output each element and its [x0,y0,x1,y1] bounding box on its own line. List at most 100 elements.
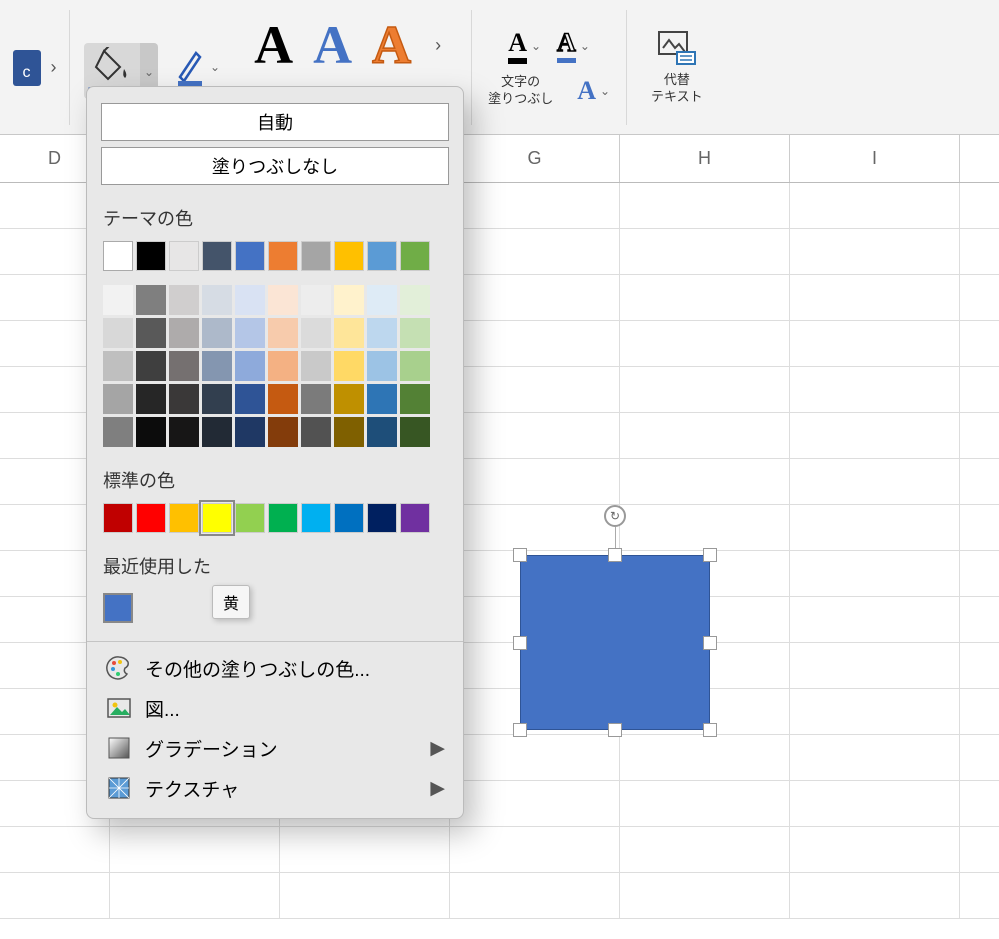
chevron-down-icon[interactable]: ⌄ [531,39,541,53]
chevron-down-icon[interactable]: ⌄ [600,84,610,98]
standard-color-swatch[interactable] [103,503,133,533]
auto-fill-button[interactable]: 自動 [101,103,449,141]
theme-color-swatch[interactable] [202,241,232,271]
theme-tint-swatch[interactable] [301,318,331,348]
theme-tint-swatch[interactable] [400,351,430,381]
resize-handle[interactable] [513,548,527,562]
theme-tint-swatch[interactable] [268,318,298,348]
theme-tint-swatch[interactable] [400,384,430,414]
theme-tint-swatch[interactable] [202,318,232,348]
resize-handle[interactable] [703,636,717,650]
theme-tint-swatch[interactable] [103,417,133,447]
wordart-style-black[interactable]: A [254,14,293,76]
standard-color-swatch[interactable] [235,503,265,533]
theme-tint-swatch[interactable] [334,285,364,315]
chevron-down-icon[interactable]: ⌄ [580,39,590,53]
theme-tint-swatch[interactable] [169,285,199,315]
resize-handle[interactable] [608,548,622,562]
standard-color-swatch[interactable] [202,503,232,533]
theme-tint-swatch[interactable] [301,351,331,381]
resize-handle[interactable] [513,723,527,737]
more-colors-menu[interactable]: その他の塗りつぶしの色... [87,648,463,688]
theme-tint-swatch[interactable] [202,417,232,447]
theme-tint-swatch[interactable] [235,417,265,447]
chevron-right-icon[interactable]: › [51,57,57,78]
text-outline-button[interactable]: A [557,28,576,63]
theme-tint-swatch[interactable] [367,351,397,381]
theme-tint-swatch[interactable] [235,285,265,315]
theme-tint-swatch[interactable] [301,417,331,447]
theme-tint-swatch[interactable] [169,384,199,414]
theme-tint-swatch[interactable] [235,318,265,348]
selected-shape[interactable]: ↻ [520,555,710,730]
resize-handle[interactable] [703,723,717,737]
theme-tint-swatch[interactable] [103,318,133,348]
theme-tint-swatch[interactable] [103,351,133,381]
theme-tint-swatch[interactable] [334,318,364,348]
resize-handle[interactable] [703,548,717,562]
standard-color-swatch[interactable] [367,503,397,533]
standard-color-swatch[interactable] [136,503,166,533]
text-fill-button[interactable]: A [508,28,527,64]
theme-color-swatch[interactable] [268,241,298,271]
theme-color-swatch[interactable] [169,241,199,271]
theme-tint-swatch[interactable] [169,417,199,447]
theme-tint-swatch[interactable] [169,351,199,381]
theme-color-swatch[interactable] [136,241,166,271]
theme-color-swatch[interactable] [367,241,397,271]
standard-color-swatch[interactable] [169,503,199,533]
theme-tint-swatch[interactable] [268,417,298,447]
chevron-right-icon[interactable]: › [435,35,441,56]
theme-tint-swatch[interactable] [334,351,364,381]
abc-button[interactable]: c [13,50,41,86]
theme-tint-swatch[interactable] [301,384,331,414]
theme-tint-swatch[interactable] [367,318,397,348]
theme-color-swatch[interactable] [235,241,265,271]
theme-tint-swatch[interactable] [400,285,430,315]
theme-tint-swatch[interactable] [367,384,397,414]
theme-tint-swatch[interactable] [235,351,265,381]
resize-handle[interactable] [513,636,527,650]
theme-tint-swatch[interactable] [268,285,298,315]
gradient-menu[interactable]: グラデーション ▶ [87,728,463,768]
wordart-style-blue[interactable]: A [313,14,352,76]
theme-tint-swatch[interactable] [103,285,133,315]
resize-handle[interactable] [608,723,622,737]
theme-tint-swatch[interactable] [367,417,397,447]
theme-color-swatch[interactable] [301,241,331,271]
texture-menu[interactable]: テクスチャ ▶ [87,768,463,808]
theme-tint-swatch[interactable] [136,318,166,348]
theme-tint-swatch[interactable] [334,384,364,414]
alt-text-icon[interactable] [657,30,697,66]
picture-menu[interactable]: 図... [87,688,463,728]
theme-tint-swatch[interactable] [202,384,232,414]
theme-tint-swatch[interactable] [367,285,397,315]
no-fill-button[interactable]: 塗りつぶしなし [101,147,449,185]
standard-color-swatch[interactable] [268,503,298,533]
standard-color-swatch[interactable] [334,503,364,533]
theme-color-swatch[interactable] [334,241,364,271]
theme-tint-swatch[interactable] [202,285,232,315]
text-effects-button[interactable]: A [577,76,596,106]
theme-color-swatch[interactable] [103,241,133,271]
column-header[interactable]: G [450,135,620,182]
theme-tint-swatch[interactable] [268,351,298,381]
standard-color-swatch[interactable] [400,503,430,533]
theme-color-swatch[interactable] [400,241,430,271]
shape-outline-button[interactable]: ⌄ [172,43,224,91]
theme-tint-swatch[interactable] [169,318,199,348]
rotation-handle[interactable]: ↻ [604,505,626,527]
theme-tint-swatch[interactable] [136,351,166,381]
theme-tint-swatch[interactable] [301,285,331,315]
column-header[interactable]: H [620,135,790,182]
shape-rectangle[interactable] [520,555,710,730]
standard-color-swatch[interactable] [301,503,331,533]
theme-tint-swatch[interactable] [334,417,364,447]
column-header[interactable]: I [790,135,960,182]
recent-color-swatch[interactable] [103,593,133,623]
theme-tint-swatch[interactable] [103,384,133,414]
theme-tint-swatch[interactable] [136,417,166,447]
theme-tint-swatch[interactable] [202,351,232,381]
theme-tint-swatch[interactable] [268,384,298,414]
theme-tint-swatch[interactable] [400,417,430,447]
